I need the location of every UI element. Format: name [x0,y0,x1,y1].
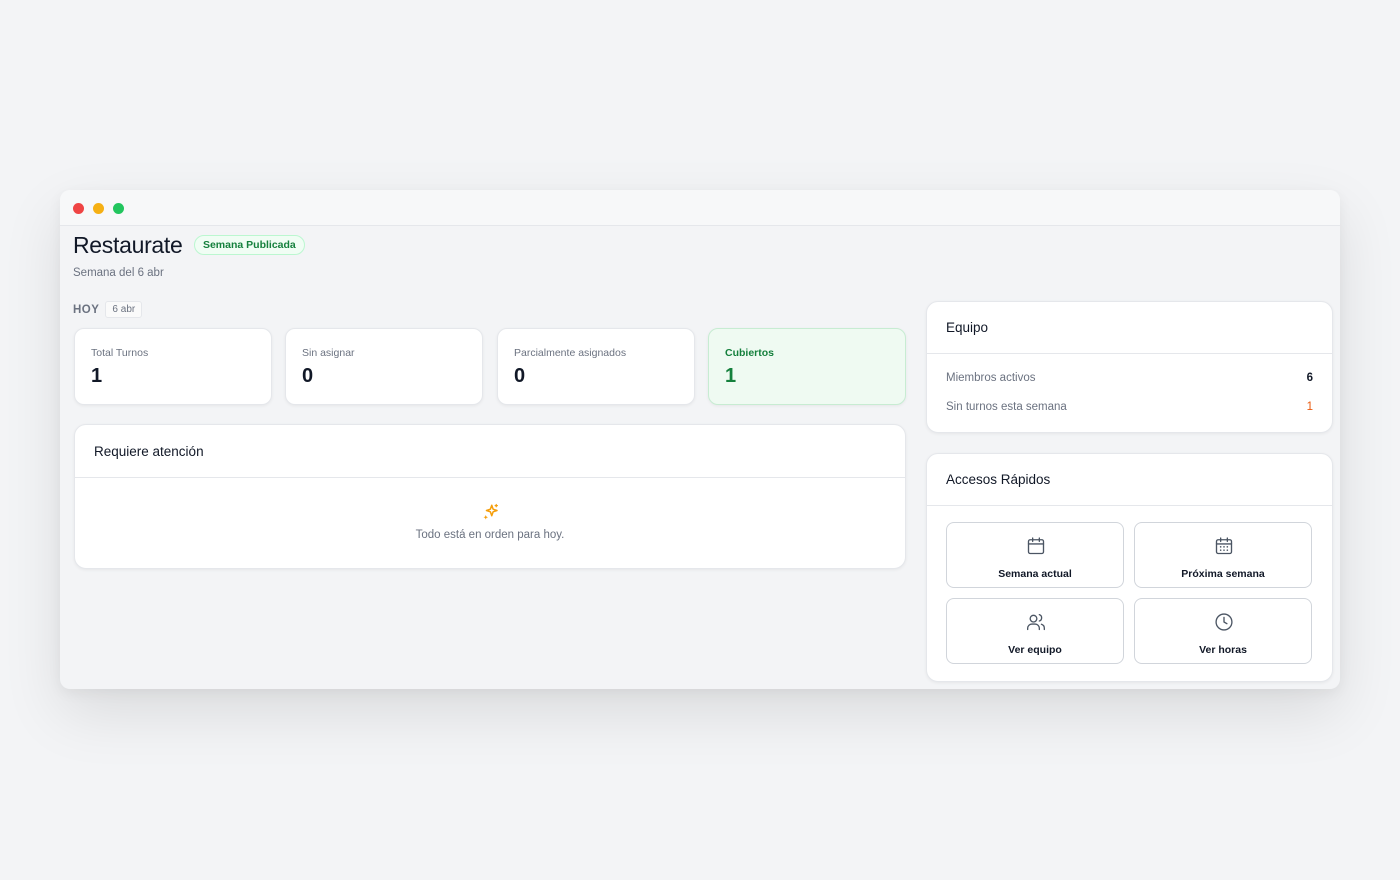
team-row-no-shifts: Sin turnos esta semana 1 [946,401,1313,413]
card-divider [927,353,1332,354]
team-row-active-members: Miembros activos 6 [946,372,1313,384]
calendar-grid-icon [1215,537,1233,555]
stat-value: 0 [302,365,314,387]
stat-card-covered: Cubiertos 1 [708,328,906,405]
week-subtitle: Semana del 6 abr [73,267,164,279]
quick-access-card: Accesos Rápidos Semana actual Próxima se… [926,453,1333,682]
stat-value: 1 [91,365,103,387]
attention-card-title: Requiere atención [94,444,204,459]
team-row-value: 1 [1306,401,1313,413]
today-header: HOY 6 abr [73,301,143,318]
team-card: Equipo Miembros activos 6 Sin turnos est… [926,301,1333,433]
stat-card-total-shifts: Total Turnos 1 [74,328,272,405]
users-icon [1027,614,1046,631]
today-date-badge: 6 abr [105,301,143,318]
stat-card-unassigned: Sin asignar 0 [285,328,483,405]
today-label: HOY [73,303,100,316]
clock-icon [1215,613,1233,631]
stat-value: 0 [514,365,526,387]
stat-label: Parcialmente asignados [514,347,627,359]
team-row-label: Miembros activos [946,372,1036,384]
view-hours-button[interactable]: Ver horas [1134,598,1312,664]
app-window: Restaurate Semana Publicada Semana del 6… [60,190,1340,689]
calendar-icon [1027,537,1045,555]
stat-label: Cubiertos [725,347,775,359]
stat-card-partially-assigned: Parcialmente asignados 0 [497,328,695,405]
close-window-button[interactable] [73,203,84,214]
page-title: Restaurate [73,232,183,258]
window-titlebar [60,190,1340,226]
minimize-window-button[interactable] [93,203,104,214]
current-week-button[interactable]: Semana actual [946,522,1124,588]
next-week-label: Próxima semana [1181,568,1265,580]
view-team-button[interactable]: Ver equipo [946,598,1124,664]
stat-label: Sin asignar [302,347,355,359]
empty-state-message: Todo está en orden para hoy. [415,529,565,541]
view-hours-label: Ver horas [1199,644,1247,656]
stat-label: Total Turnos [91,347,149,359]
attention-card: Requiere atención Todo está en orden par… [74,424,906,569]
maximize-window-button[interactable] [113,203,124,214]
next-week-button[interactable]: Próxima semana [1134,522,1312,588]
quick-access-title: Accesos Rápidos [946,472,1051,487]
stat-value: 1 [725,365,737,387]
team-row-value: 6 [1306,372,1313,384]
current-week-label: Semana actual [998,568,1072,580]
card-divider [75,477,905,478]
team-row-label: Sin turnos esta semana [946,401,1067,413]
status-badge: Semana Publicada [193,234,305,255]
sparkles-icon [483,503,498,520]
page-header: Restaurate Semana Publicada [73,232,305,259]
view-team-label: Ver equipo [1008,644,1062,656]
card-divider [927,505,1332,506]
team-card-title: Equipo [946,320,989,335]
